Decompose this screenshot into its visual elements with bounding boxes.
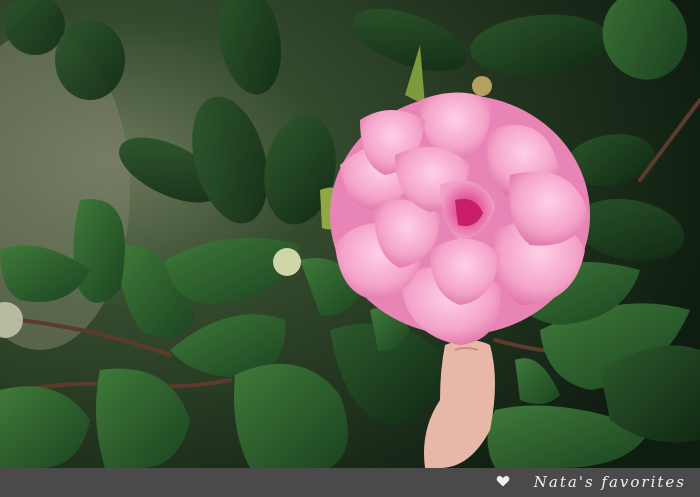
watermark-bar: Nata's favorites [0, 468, 700, 497]
heart-icon [496, 475, 510, 487]
flower-bud [273, 248, 301, 276]
camellia-photo [0, 0, 700, 468]
photo-illustration [0, 0, 700, 468]
flower-bud [472, 76, 492, 96]
watermark-text: Nata's favorites [533, 473, 686, 491]
